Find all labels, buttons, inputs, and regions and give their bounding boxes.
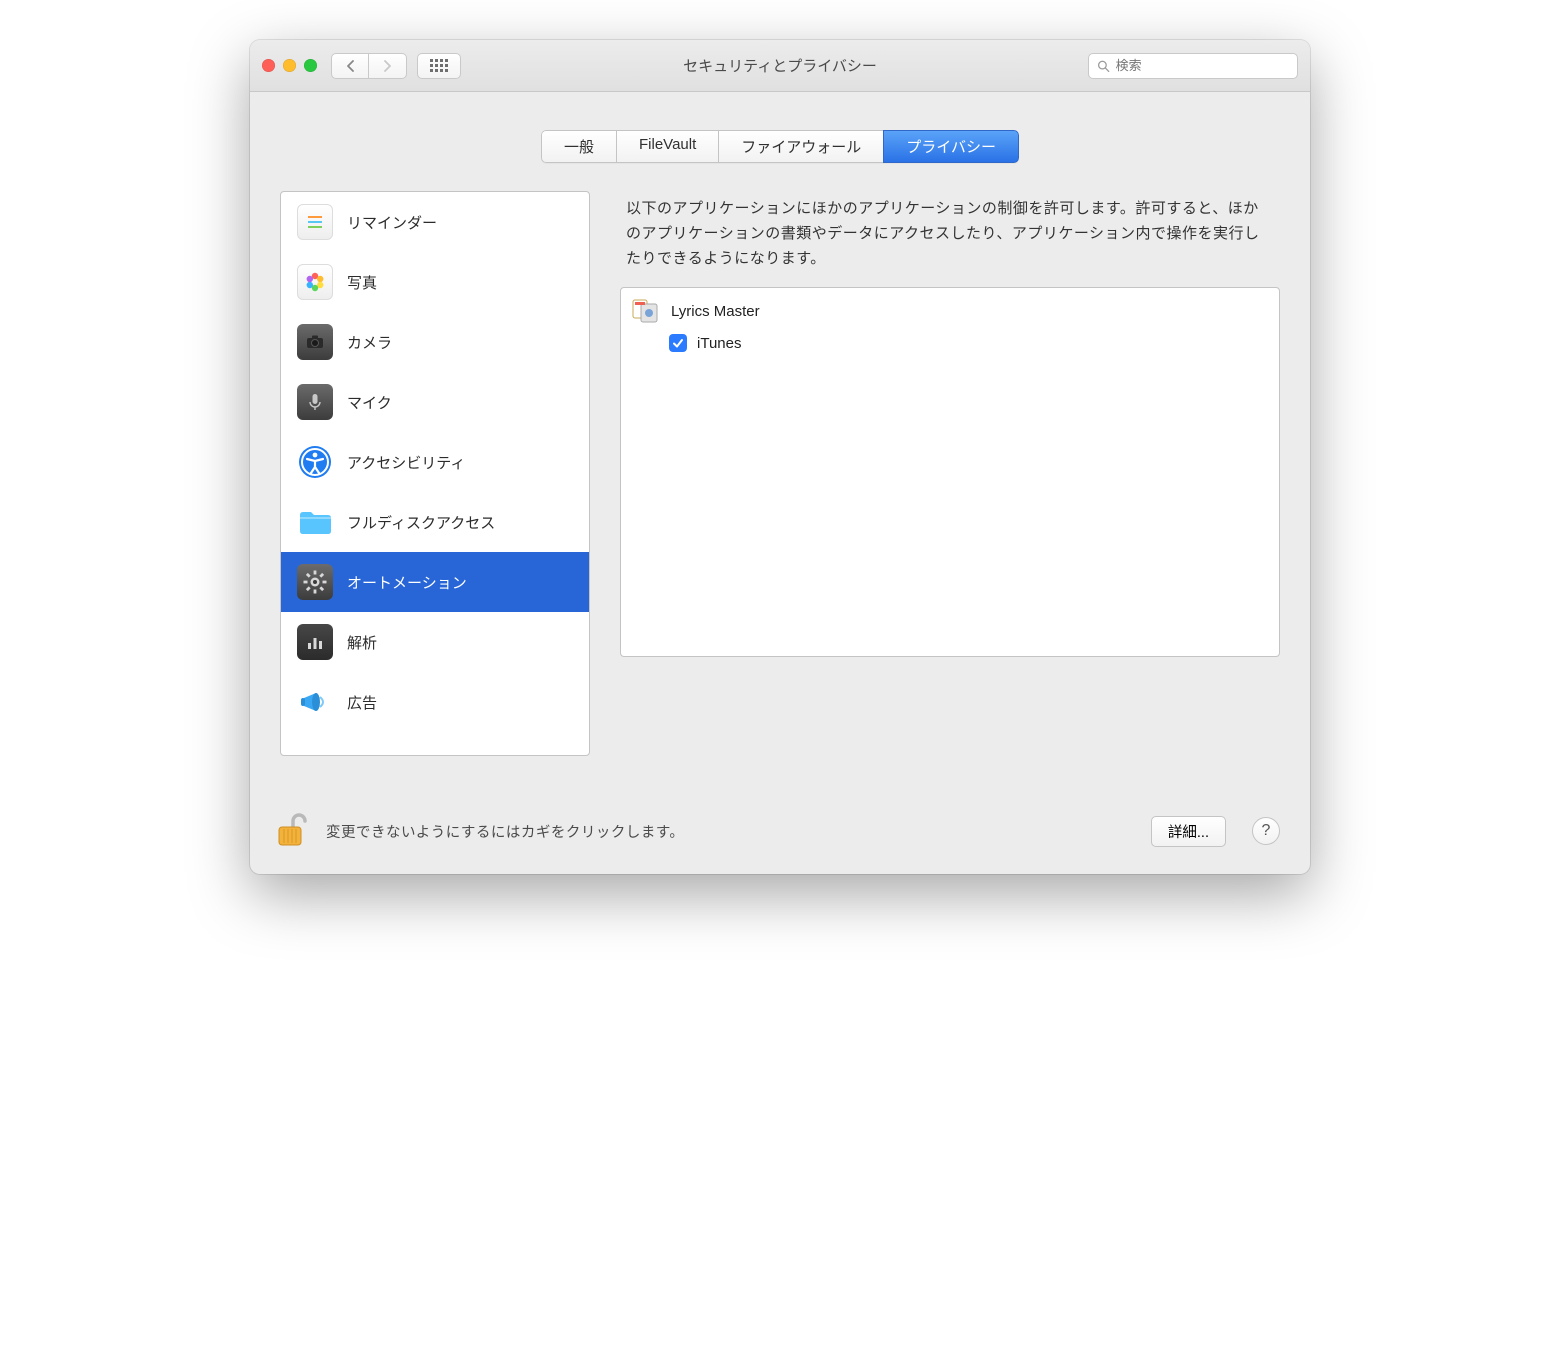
sidebar-item-label: カメラ bbox=[347, 332, 392, 353]
back-button[interactable] bbox=[331, 53, 369, 79]
camera-icon bbox=[297, 324, 333, 360]
nav-buttons bbox=[331, 53, 407, 79]
window-controls bbox=[262, 59, 317, 72]
minimize-button[interactable] bbox=[283, 59, 296, 72]
privacy-category-list[interactable]: リマインダー 写真 カメラ マイク bbox=[280, 191, 590, 756]
sidebar-item-label: マイク bbox=[347, 392, 392, 413]
permission-label: iTunes bbox=[697, 335, 741, 352]
app-row: Lyrics Master bbox=[621, 288, 1279, 330]
chevron-right-icon bbox=[383, 60, 392, 72]
lock-button[interactable] bbox=[270, 810, 312, 852]
sidebar-item-camera[interactable]: カメラ bbox=[281, 312, 589, 372]
microphone-icon bbox=[297, 384, 333, 420]
sidebar-item-accessibility[interactable]: アクセシビリティ bbox=[281, 432, 589, 492]
accessibility-icon bbox=[297, 444, 333, 480]
photos-icon bbox=[297, 264, 333, 300]
privacy-description: 以下のアプリケーションにほかのアプリケーションの制御を許可します。許可すると、ほ… bbox=[626, 197, 1274, 271]
permission-row[interactable]: iTunes bbox=[621, 330, 1279, 360]
sidebar-item-label: フルディスクアクセス bbox=[347, 512, 495, 533]
sidebar-item-label: リマインダー bbox=[347, 212, 437, 233]
search-icon bbox=[1097, 59, 1110, 73]
footer: 変更できないようにするにはカギをクリックします。 詳細... ? bbox=[270, 810, 1280, 852]
sidebar-item-automation[interactable]: オートメーション bbox=[281, 552, 589, 612]
preferences-window: セキュリティとプライバシー 一般 FileVault ファイアウォール プライバ… bbox=[250, 40, 1310, 874]
tab-general[interactable]: 一般 bbox=[541, 130, 616, 163]
lock-description: 変更できないようにするにはカギをクリックします。 bbox=[326, 821, 684, 842]
show-all-button[interactable] bbox=[417, 53, 461, 79]
sidebar-item-reminders[interactable]: リマインダー bbox=[281, 192, 589, 252]
reminders-icon bbox=[297, 204, 333, 240]
check-icon bbox=[672, 337, 684, 349]
sidebar-item-analytics[interactable]: 解析 bbox=[281, 612, 589, 672]
sidebar-item-label: アクセシビリティ bbox=[347, 452, 465, 473]
search-field[interactable] bbox=[1088, 53, 1298, 79]
gear-icon bbox=[297, 564, 333, 600]
content-area: リマインダー 写真 カメラ マイク bbox=[280, 191, 1280, 756]
titlebar: セキュリティとプライバシー bbox=[250, 40, 1310, 92]
megaphone-icon bbox=[297, 684, 333, 720]
advanced-button[interactable]: 詳細... bbox=[1151, 816, 1226, 847]
tab-bar: 一般 FileVault ファイアウォール プライバシー bbox=[250, 130, 1310, 163]
search-input[interactable] bbox=[1116, 58, 1289, 73]
tab-privacy[interactable]: プライバシー bbox=[883, 130, 1019, 163]
app-icon bbox=[631, 296, 661, 326]
close-button[interactable] bbox=[262, 59, 275, 72]
analytics-icon bbox=[297, 624, 333, 660]
grid-icon bbox=[430, 59, 448, 72]
sidebar-item-full-disk-access[interactable]: フルディスクアクセス bbox=[281, 492, 589, 552]
zoom-button[interactable] bbox=[304, 59, 317, 72]
main-panel: 以下のアプリケーションにほかのアプリケーションの制御を許可します。許可すると、ほ… bbox=[620, 191, 1280, 756]
tab-filevault[interactable]: FileVault bbox=[616, 130, 718, 163]
folder-icon bbox=[297, 504, 333, 540]
sidebar-item-label: 広告 bbox=[347, 692, 377, 713]
chevron-left-icon bbox=[346, 60, 355, 72]
sidebar-item-label: 解析 bbox=[347, 632, 377, 653]
app-name: Lyrics Master bbox=[671, 303, 760, 320]
sidebar-item-microphone[interactable]: マイク bbox=[281, 372, 589, 432]
sidebar-item-label: 写真 bbox=[347, 272, 377, 293]
lock-open-icon bbox=[270, 810, 312, 852]
sidebar-item-photos[interactable]: 写真 bbox=[281, 252, 589, 312]
help-button[interactable]: ? bbox=[1252, 817, 1280, 845]
sidebar-item-label: オートメーション bbox=[347, 572, 467, 593]
forward-button[interactable] bbox=[369, 53, 407, 79]
tab-firewall[interactable]: ファイアウォール bbox=[718, 130, 883, 163]
permission-checkbox[interactable] bbox=[669, 334, 687, 352]
automation-permissions-list[interactable]: Lyrics Master iTunes bbox=[620, 287, 1280, 657]
sidebar-item-advertising[interactable]: 広告 bbox=[281, 672, 589, 732]
